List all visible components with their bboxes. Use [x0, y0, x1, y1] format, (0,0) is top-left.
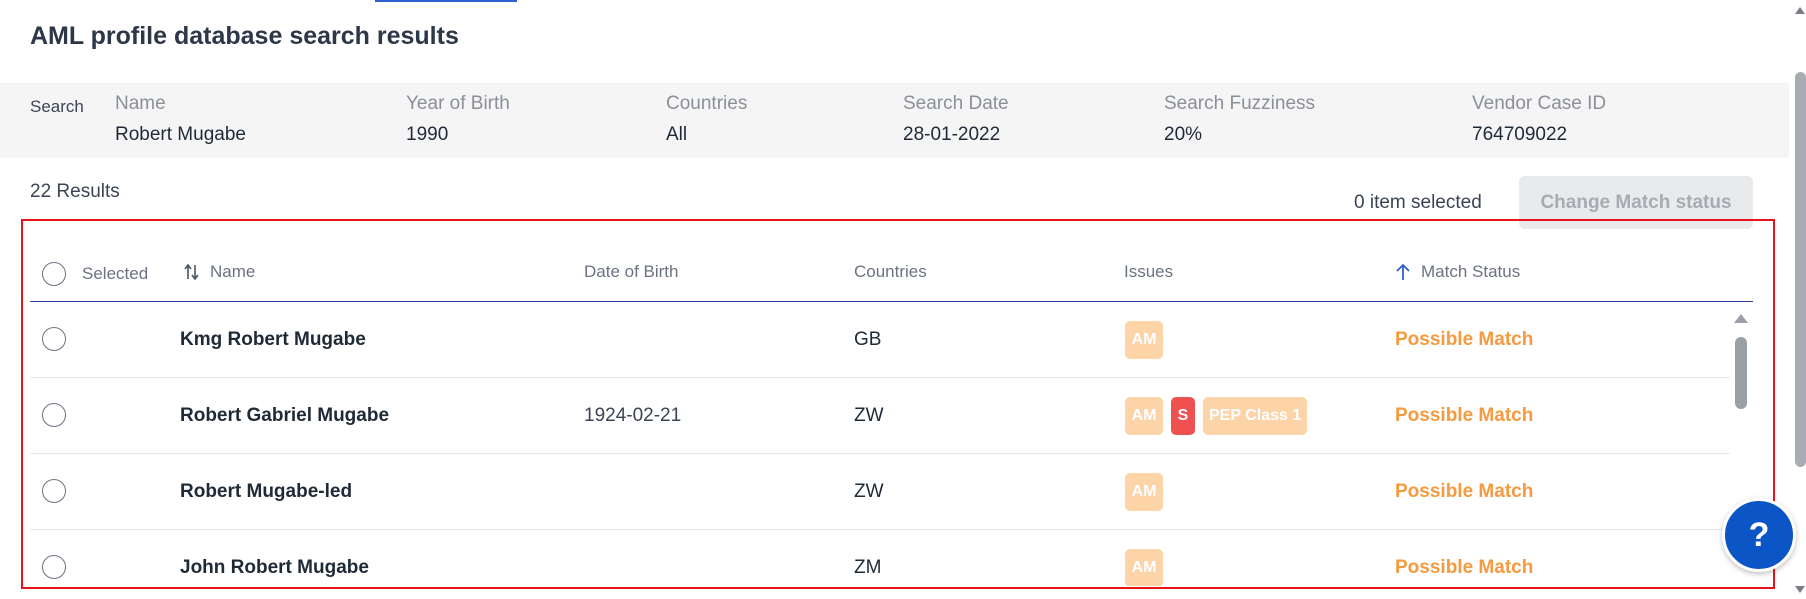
search-label: Search: [30, 97, 84, 116]
issue-badge-sanctions: S: [1171, 397, 1195, 435]
search-field-value: Robert Mugabe: [115, 124, 246, 145]
sort-arrows-icon[interactable]: [184, 263, 200, 281]
issue-badge-pep: PEP Class 1: [1203, 397, 1308, 435]
search-field-label: Year of Birth: [406, 93, 510, 114]
issue-badge-am: AM: [1125, 473, 1163, 511]
page-title: AML profile database search results: [30, 22, 459, 50]
header-date-of-birth[interactable]: Date of Birth: [584, 262, 679, 282]
header-name-label: Name: [210, 262, 256, 281]
header-selected-label: Selected: [82, 264, 149, 283]
search-field-value: 1990: [406, 124, 449, 145]
issue-badge-am: AM: [1125, 549, 1163, 586]
table-row[interactable]: Robert Gabriel Mugabe 1924-02-21 ZW AM S…: [30, 378, 1730, 454]
issue-badge-am: AM: [1125, 321, 1163, 359]
active-tab-indicator: [375, 0, 517, 2]
search-field-label: Vendor Case ID: [1472, 93, 1607, 114]
row-issues: AM S PEP Class 1: [1125, 378, 1308, 454]
row-match-status[interactable]: Possible Match: [1395, 454, 1533, 530]
search-field-vendor-case-id: Vendor Case ID 764709022: [1472, 93, 1606, 146]
search-field-label: Name: [115, 93, 166, 114]
arrow-up-icon[interactable]: [1395, 263, 1411, 281]
row-country: ZM: [854, 557, 882, 578]
header-issues[interactable]: Issues: [1124, 262, 1173, 282]
search-field-label: Search Fuzziness: [1164, 93, 1316, 114]
select-all-radio[interactable]: [42, 262, 66, 286]
search-field-year-of-birth: Year of Birth 1990: [406, 93, 510, 146]
row-name[interactable]: John Robert Mugabe: [180, 530, 369, 586]
search-field-value: 28-01-2022: [903, 124, 1001, 145]
search-field-name: Name Robert Mugabe: [115, 93, 246, 146]
header-selected: Selected: [42, 262, 148, 286]
row-country: GB: [854, 329, 882, 350]
row-dob: 1924-02-21: [584, 405, 682, 426]
table-row[interactable]: John Robert Mugabe ZM AM Possible Match: [30, 530, 1730, 586]
row-select-radio[interactable]: [42, 403, 66, 427]
table-header: Selected Name Date of Birth Countries Is…: [30, 250, 1753, 302]
header-dob-label: Date of Birth: [584, 262, 679, 281]
header-name[interactable]: Name: [184, 262, 255, 282]
header-countries[interactable]: Countries: [854, 262, 927, 282]
search-field-label: Search Date: [903, 93, 1009, 114]
row-match-status[interactable]: Possible Match: [1395, 530, 1533, 586]
row-name[interactable]: Kmg Robert Mugabe: [180, 302, 366, 378]
page-scroll-up-arrow[interactable]: [1795, 7, 1805, 14]
row-match-status[interactable]: Possible Match: [1395, 302, 1533, 378]
row-name[interactable]: Robert Gabriel Mugabe: [180, 378, 389, 454]
row-select-radio[interactable]: [42, 327, 66, 351]
header-countries-label: Countries: [854, 262, 927, 281]
issue-badge-am: AM: [1125, 397, 1163, 435]
search-field-value: 20%: [1164, 124, 1203, 145]
search-field-value: All: [666, 124, 688, 145]
row-issues: AM: [1125, 530, 1163, 586]
row-issues: AM: [1125, 302, 1163, 378]
header-match-status[interactable]: Match Status: [1395, 262, 1520, 282]
page-scroll-down-arrow[interactable]: [1795, 586, 1805, 593]
page-scrollbar-thumb[interactable]: [1795, 72, 1806, 467]
selected-count: 0 item selected: [1354, 192, 1482, 213]
search-field-value: 764709022: [1472, 124, 1568, 145]
table-row[interactable]: Robert Mugabe-led ZW AM Possible Match: [30, 454, 1730, 530]
row-name[interactable]: Robert Mugabe-led: [180, 454, 352, 530]
search-summary-bar: Search Name Robert Mugabe Year of Birth …: [0, 83, 1789, 158]
results-count: 22 Results: [30, 181, 120, 202]
search-field-countries: Countries All: [666, 93, 747, 146]
row-issues: AM: [1125, 454, 1163, 530]
table-row[interactable]: Kmg Robert Mugabe GB AM Possible Match: [30, 302, 1730, 378]
table-scroll-up-arrow[interactable]: [1734, 314, 1748, 323]
results-table-body: Kmg Robert Mugabe GB AM Possible Match R…: [30, 302, 1730, 586]
row-select-radio[interactable]: [42, 555, 66, 579]
row-country: ZW: [854, 481, 884, 502]
row-match-status[interactable]: Possible Match: [1395, 378, 1533, 454]
search-field-search-date: Search Date 28-01-2022: [903, 93, 1009, 146]
header-issues-label: Issues: [1124, 262, 1174, 281]
help-button[interactable]: ?: [1722, 498, 1796, 572]
search-field-label: Countries: [666, 93, 748, 114]
row-select-radio[interactable]: [42, 479, 66, 503]
search-field-fuzziness: Search Fuzziness 20%: [1164, 93, 1315, 146]
header-match-status-label: Match Status: [1421, 262, 1521, 281]
row-country: ZW: [854, 405, 884, 426]
table-scrollbar-thumb[interactable]: [1735, 337, 1747, 409]
